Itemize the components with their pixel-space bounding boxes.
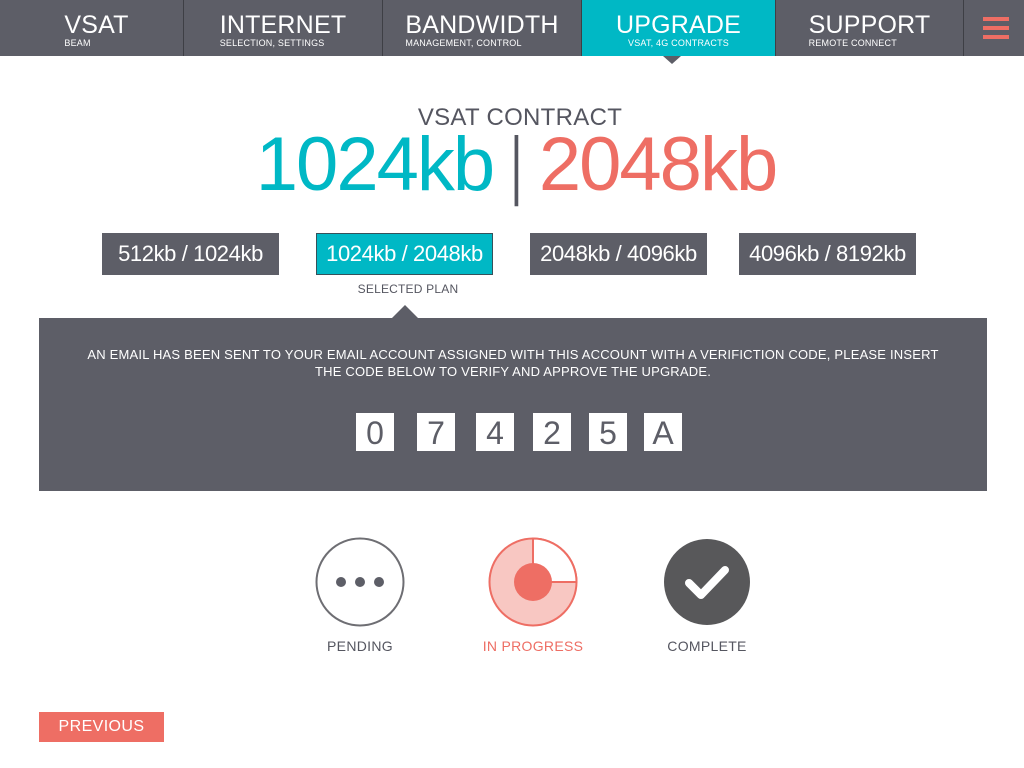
new-speed: 2048kb xyxy=(538,122,778,207)
menu-bar xyxy=(983,35,1009,39)
hamburger-menu-icon[interactable] xyxy=(964,0,1024,56)
plan-option-4096-8192[interactable]: 4096kb / 8192kb xyxy=(739,233,916,275)
panel-pointer xyxy=(392,305,418,318)
tab-upgrade[interactable]: UPGRADE VSAT, 4G CONTRACTS xyxy=(582,0,776,56)
current-speed: 1024kb xyxy=(255,122,495,207)
code-digit-6[interactable]: A xyxy=(644,413,682,451)
tab-bandwidth[interactable]: BANDWIDTH MANAGEMENT, CONTROL xyxy=(383,0,582,56)
menu-bar xyxy=(983,26,1009,30)
code-digit-3[interactable]: 4 xyxy=(476,413,514,451)
ellipsis-icon xyxy=(315,537,405,627)
active-tab-indicator xyxy=(663,56,681,64)
code-digit-4[interactable]: 2 xyxy=(533,413,571,451)
status-in-progress-label: IN PROGRESS xyxy=(482,638,584,654)
plan-option-1024-2048[interactable]: 1024kb / 2048kb xyxy=(316,233,493,275)
progress-icon xyxy=(488,537,578,627)
status-pending: PENDING xyxy=(300,536,420,654)
menu-bar xyxy=(983,17,1009,21)
code-digit-5[interactable]: 5 xyxy=(589,413,627,451)
tab-vsat-subtitle: BEAM xyxy=(64,38,91,48)
status-complete: COMPLETE xyxy=(647,536,767,654)
tab-bandwidth-title: BANDWIDTH xyxy=(405,11,559,39)
plan-option-512-1024[interactable]: 512kb / 1024kb xyxy=(102,233,279,275)
tab-vsat[interactable]: VSAT BEAM xyxy=(0,0,184,56)
top-navigation: VSAT BEAM INTERNET SELECTION, SETTINGS B… xyxy=(0,0,1024,56)
verification-panel: AN EMAIL HAS BEEN SENT TO YOUR EMAIL ACC… xyxy=(39,318,987,491)
plan-option-2048-4096[interactable]: 2048kb / 4096kb xyxy=(530,233,707,275)
tab-support-subtitle: REMOTE CONNECT xyxy=(808,38,897,48)
status-pending-label: PENDING xyxy=(327,638,393,654)
tab-upgrade-title: UPGRADE xyxy=(615,11,742,39)
tab-upgrade-subtitle: VSAT, 4G CONTRACTS xyxy=(628,38,729,48)
speed-separator: | xyxy=(510,122,523,207)
tab-internet-subtitle: SELECTION, SETTINGS xyxy=(219,38,325,48)
tab-support-title: SUPPORT xyxy=(808,11,931,39)
code-digit-2[interactable]: 7 xyxy=(417,413,455,451)
tab-vsat-title: VSAT xyxy=(64,11,129,39)
tab-internet[interactable]: INTERNET SELECTION, SETTINGS xyxy=(184,0,383,56)
tab-internet-title: INTERNET xyxy=(219,11,347,39)
tab-bandwidth-subtitle: MANAGEMENT, CONTROL xyxy=(405,38,522,48)
previous-button[interactable]: PREVIOUS xyxy=(39,712,164,742)
status-in-progress: IN PROGRESS xyxy=(473,536,593,654)
code-digit-1[interactable]: 0 xyxy=(356,413,394,451)
tab-support[interactable]: SUPPORT REMOTE CONNECT xyxy=(776,0,964,56)
contract-speeds: 1024kb | 2048kb xyxy=(0,120,1024,210)
verification-message: AN EMAIL HAS BEEN SENT TO YOUR EMAIL ACC… xyxy=(87,347,939,379)
checkmark-icon xyxy=(664,539,750,625)
status-complete-label: COMPLETE xyxy=(667,638,747,654)
selected-plan-label: SELECTED PLAN xyxy=(357,282,459,296)
